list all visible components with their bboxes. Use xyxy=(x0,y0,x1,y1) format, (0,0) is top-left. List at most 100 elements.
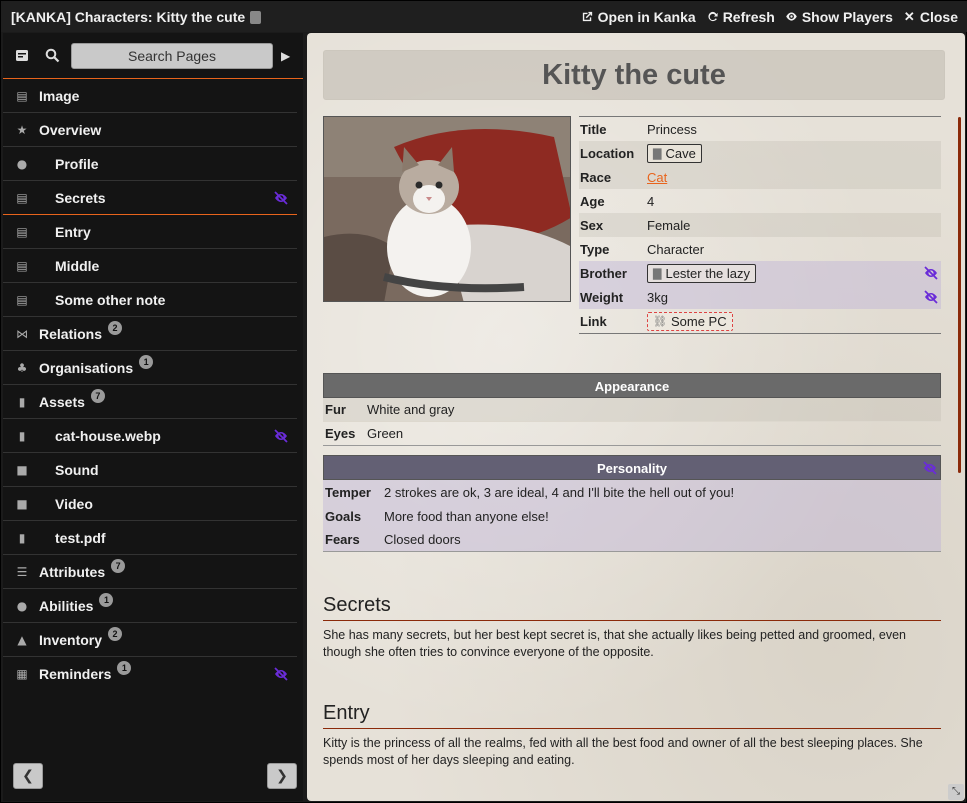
close-button[interactable]: ✕ Close xyxy=(903,9,958,25)
table-row: Goals More food than anyone else! xyxy=(323,504,941,528)
expand-arrow-icon[interactable]: ▶ xyxy=(281,49,295,63)
content-pane[interactable]: Kitty the cute Title Princess Location ▇… xyxy=(307,33,965,801)
race-link[interactable]: Cat xyxy=(647,170,667,185)
refresh-button[interactable]: Refresh xyxy=(706,9,775,25)
entry-section: Entry Kitty is the princess of all the r… xyxy=(323,702,941,769)
sidebar-item-middle[interactable]: ▤ Middle xyxy=(3,249,297,283)
sidebar-item-label: Secrets xyxy=(55,189,106,206)
sidebar-item-sound[interactable]: ■ Sound xyxy=(3,453,297,487)
table-row: Temper 2 strokes are ok, 3 are ideal, 4 … xyxy=(323,480,941,504)
field-value: Princess xyxy=(647,121,697,137)
sidebar-item-secrets[interactable]: ▤ Secrets xyxy=(3,181,297,215)
field-value: Some PC xyxy=(670,313,727,329)
appearance-table: Appearance Fur White and gray Eyes Green xyxy=(323,373,941,446)
field-value: Cave xyxy=(665,145,696,161)
search-pages-button[interactable]: Search Pages xyxy=(71,42,273,69)
sidebar-item-label: Assets xyxy=(39,393,85,410)
sidebar-item-label: Organisations xyxy=(39,359,134,376)
sidebar-item-attributes[interactable]: ☰ Attributes 7 xyxy=(3,555,297,589)
table-row: Eyes Green xyxy=(323,422,941,446)
cat-photo-icon xyxy=(324,117,570,301)
section-heading: Secrets xyxy=(323,594,941,621)
eye-icon xyxy=(786,12,797,21)
sidebar-item-label: test.pdf xyxy=(55,529,106,546)
count-badge: 2 xyxy=(108,320,123,335)
row-label: Eyes xyxy=(325,426,356,441)
note-icon: ▤ xyxy=(16,292,28,307)
field-label: Age xyxy=(580,193,605,209)
sidebar-item-label: Entry xyxy=(55,223,91,240)
sidebar-item-entry[interactable]: ▤ Entry xyxy=(3,215,297,249)
personality-header: Personality xyxy=(323,455,941,480)
row-label: Temper xyxy=(325,484,371,500)
window-title: [KANKA] Characters: Kitty the cute xyxy=(11,8,262,25)
field-location: Location ▇ Cave xyxy=(579,141,941,165)
eye-slash-icon xyxy=(924,266,938,280)
resize-handle[interactable]: ⤡ xyxy=(948,784,964,800)
field-label: Title xyxy=(580,121,607,137)
previous-page-button[interactable]: ❮ xyxy=(13,763,43,789)
search-icon[interactable] xyxy=(41,45,63,67)
show-players-button[interactable]: Show Players xyxy=(785,9,893,25)
character-portrait xyxy=(323,116,571,302)
open-in-kanka-button[interactable]: Open in Kanka xyxy=(581,9,696,25)
refresh-label: Refresh xyxy=(722,8,775,25)
field-label: Type xyxy=(580,241,610,257)
note-icon: ▤ xyxy=(16,224,28,239)
note-icon: ▤ xyxy=(16,258,28,273)
field-title: Title Princess xyxy=(579,117,941,141)
row-value: 2 strokes are ok, 3 are ideal, 4 and I'l… xyxy=(384,484,735,500)
personality-table: Personality Temper 2 strokes are ok, 3 a… xyxy=(323,455,941,552)
field-link: Link ⛓ Some PC xyxy=(579,309,941,333)
calendar-icon: ▦ xyxy=(16,667,28,681)
sidebar-item-overview[interactable]: ★ Overview xyxy=(3,113,297,147)
user-icon: ● xyxy=(16,156,28,171)
section-text: Kitty is the princess of all the realms,… xyxy=(323,736,923,767)
sidebar-item-profile[interactable]: ● Profile xyxy=(3,147,297,181)
sidebar-item-label: Relations xyxy=(39,325,103,342)
image-file-icon: ▮ xyxy=(18,428,26,443)
sidebar-item-some-other-note[interactable]: ▤ Some other note xyxy=(3,283,297,317)
sidebar-item-label: Abilities xyxy=(39,597,94,614)
window-title-text: [KANKA] Characters: Kitty the cute xyxy=(11,8,246,25)
sidebar-item-relations[interactable]: ⋈ Relations 2 xyxy=(3,317,297,351)
location-link[interactable]: ▇ Cave xyxy=(647,143,702,163)
pdf-icon: ▮ xyxy=(18,530,26,545)
sidebar-item-inventory[interactable]: ▲ Inventory 2 xyxy=(3,623,297,657)
sidebar-item-label: Inventory xyxy=(39,631,103,648)
next-page-button[interactable]: ❯ xyxy=(267,763,297,789)
broken-link[interactable]: ⛓ Some PC xyxy=(647,311,733,331)
sidebar-item-label: Attributes xyxy=(39,563,106,580)
sidebar-item-label: Image xyxy=(39,87,80,104)
sidebar-item-test-pdf[interactable]: ▮ test.pdf xyxy=(3,521,297,555)
sidebar-item-image[interactable]: ▤ Image xyxy=(3,79,297,113)
appearance-header: Appearance xyxy=(323,373,941,398)
file-icon: ▮ xyxy=(18,394,26,409)
field-label: Location xyxy=(580,145,635,161)
sidebar-item-video[interactable]: ■ Video xyxy=(3,487,297,521)
sidebar-pagination: ❮ ❯ xyxy=(3,757,303,801)
sidebar-item-label: Profile xyxy=(55,155,99,172)
sidebar-item-label: Video xyxy=(55,495,93,512)
field-label: Race xyxy=(580,169,612,185)
sidebar-item-reminders[interactable]: ▦ Reminders 1 xyxy=(3,657,297,691)
sidebar-item-label: Some other note xyxy=(55,291,166,308)
field-label: Link xyxy=(580,313,607,329)
row-label: Fur xyxy=(325,402,346,417)
field-brother: Brother ▇ Lester the lazy xyxy=(579,261,941,285)
star-icon: ★ xyxy=(16,122,28,137)
resize-icon: ⤡ xyxy=(952,786,960,797)
field-label: Weight xyxy=(580,289,624,305)
sidebar-item-cat-house[interactable]: ▮ cat-house.webp xyxy=(3,419,297,453)
sidebar-item-organisations[interactable]: ♣ Organisations 1 xyxy=(3,351,297,385)
notes-icon[interactable] xyxy=(11,45,33,67)
brother-link[interactable]: ▇ Lester the lazy xyxy=(647,263,757,283)
external-link-icon xyxy=(582,11,592,22)
count-badge: 7 xyxy=(90,388,105,403)
title-actions: Open in Kanka Refresh Show Players ✕ Clo… xyxy=(581,9,958,25)
sidebar-item-assets[interactable]: ▮ Assets 7 xyxy=(3,385,297,419)
scrollbar[interactable] xyxy=(958,117,961,473)
sidebar-toolbar: Search Pages ▶ xyxy=(3,33,303,79)
character-fields: Title Princess Location ▇ Cave Race Cat A… xyxy=(579,116,941,334)
sidebar-item-abilities[interactable]: ● Abilities 1 xyxy=(3,589,297,623)
